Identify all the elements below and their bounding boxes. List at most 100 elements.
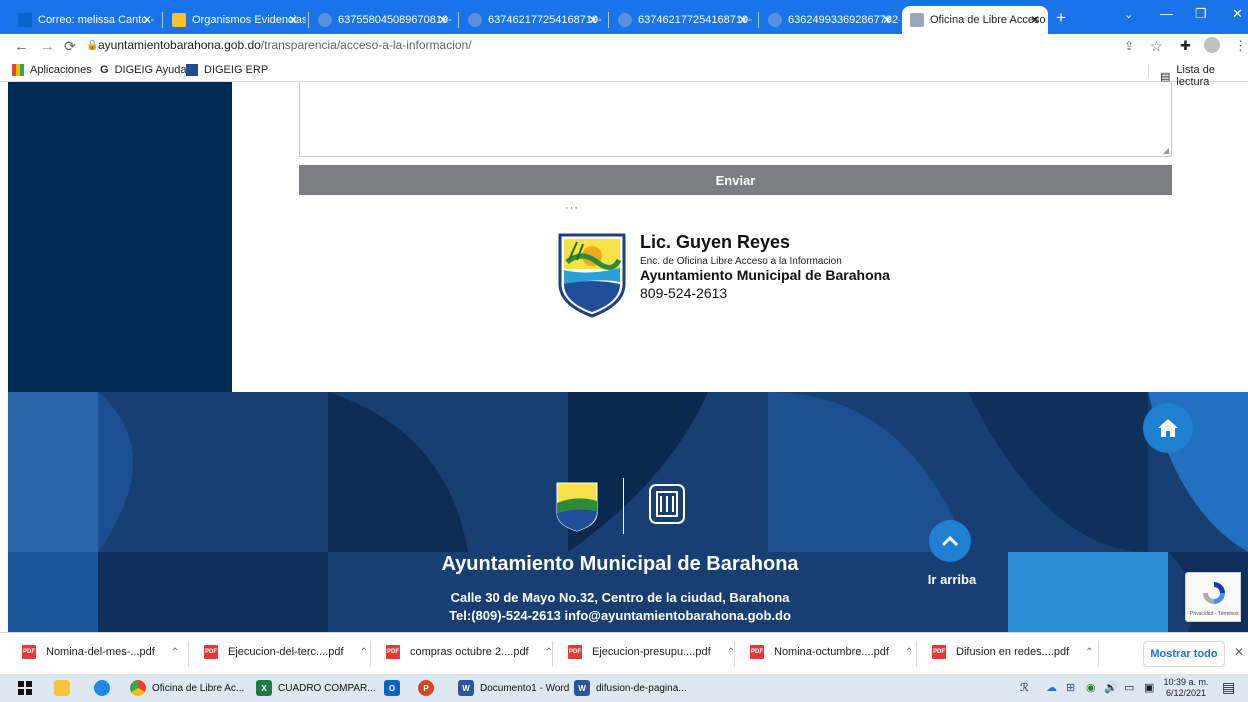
chrome-icon [130,680,146,696]
keyboard-icon[interactable]: ▭ [1124,681,1134,694]
profile-avatar-icon[interactable] [1204,37,1220,53]
taskbar-powerpoint-window[interactable]: P [418,679,440,697]
chevron-up-icon[interactable]: ⌃ [171,647,179,658]
download-item[interactable]: PDF compras octubre 2....pdf ⌃ [386,645,553,659]
bookmark-label: Aplicaciones [30,64,92,76]
taskbar-app-label: Oficina de Libre Ac... [152,682,245,694]
windows-logo-icon [18,681,32,695]
word-icon: W [574,680,590,696]
chevron-up-icon[interactable]: ⌃ [905,647,913,658]
security-shield-icon[interactable]: ◉ [1086,681,1096,694]
bookmark-digeig-ayuda[interactable]: G DIGEIG Ayuda [100,64,187,76]
tab-file-3[interactable]: 637462177254168719- ✕ [610,6,756,34]
scroll-top-label[interactable]: Ir arriba [922,572,982,587]
signature-block: Lic. Guyen Reyes Enc. de Oficina Libre A… [557,232,917,322]
page-content: ◢ Enviar ··· Lic. Guyen Reyes Enc. de Of… [0,82,1248,632]
edge-button[interactable] [94,679,116,697]
file-explorer-button[interactable] [54,679,76,697]
sidebar-panel [8,82,232,392]
resize-handle-icon[interactable]: ◢ [1163,146,1169,155]
chevron-up-icon [941,535,959,547]
chevron-up-icon[interactable]: ⌃ [1085,647,1093,658]
show-all-downloads-button[interactable]: Mostrar todo [1143,641,1225,667]
globe-icon [318,13,332,27]
bookmark-digeig-erp[interactable]: DIGEIG ERP [186,64,268,76]
address-bar[interactable]: ayuntamientobarahona.gob.do/transparenci… [98,38,472,52]
lock-icon: 🔒 [86,40,99,51]
submit-button[interactable]: Enviar [299,165,1172,195]
download-item[interactable]: PDF Difusion en redes....pdf ⌃ [932,645,1094,659]
bookmark-star-icon[interactable]: ☆ [1150,38,1163,55]
reload-icon[interactable]: ⟳ [64,38,76,55]
recaptcha-icon [1203,582,1225,604]
home-button[interactable] [1143,403,1193,453]
system-clock[interactable]: 10:39 a. m. 6/12/2021 [1162,677,1210,699]
close-download-bar-icon[interactable]: ✕ [1234,645,1244,659]
restore-button[interactable]: ❐ [1195,6,1207,22]
browser-toolbar: ← → ⟳ 🔒 ayuntamientobarahona.gob.do/tran… [0,34,1248,60]
tab-search-icon[interactable]: ⌄ [1124,8,1133,21]
word-icon: W [458,680,474,696]
taskbar-app-label: difusion-de-pagina... [596,682,687,694]
scroll-top-button[interactable] [929,520,971,562]
outlook-icon: O [384,680,400,696]
signature-name: Lic. Guyen Reyes [640,232,791,252]
extensions-puzzle-icon[interactable]: ✚ [1180,38,1191,54]
menu-dots-icon[interactable]: ⋮ [1234,38,1247,54]
download-item[interactable]: PDF Nomina-octumbre....pdf ⌃ [750,645,913,659]
footer-crest-icon [555,481,599,533]
pdf-icon: PDF [932,645,946,659]
signature-org: Ayuntamiento Municipal de Barahona [640,267,890,283]
pdf-icon: PDF [750,645,764,659]
tab-organismos[interactable]: Organismos Evidencias ✕ [164,6,306,34]
taskbar-outlook-window[interactable]: O [384,679,406,697]
folder-icon [54,680,70,696]
powerpoint-icon: P [418,680,434,696]
people-icon[interactable]: ℛ [1020,681,1029,694]
globe-icon [618,13,632,27]
barahona-crest-icon [558,233,626,318]
onedrive-icon[interactable]: ☁ [1046,681,1057,694]
back-arrow-icon[interactable]: ← [14,38,29,55]
download-item[interactable]: PDF Ejecucion-presupu....pdf ⌃ [568,645,735,659]
taskbar-chrome-window[interactable]: Oficina de Libre Ac... [130,679,244,697]
chevron-up-icon[interactable]: ⌃ [360,647,368,658]
taskbar-app-label: CUADRO COMPAR... [278,682,376,694]
tab-oficina-active[interactable]: Oficina de Libre Acceso ✕ [902,6,1048,34]
download-filename: Nomina-octumbre....pdf [774,646,889,658]
taskbar-word-window-2[interactable]: Wdifusion-de-pagina... [574,679,687,697]
download-item[interactable]: PDF Nomina-del-mes-...pdf ⌃ [22,645,179,659]
close-icon[interactable]: ✕ [588,13,598,27]
forward-arrow-icon[interactable]: → [40,38,55,55]
language-icon[interactable]: ▣ [1144,681,1154,694]
tab-file-1[interactable]: 637558045089670819- ✕ [310,6,456,34]
tab-file-4[interactable]: 636249933692867792- ✕ [760,6,900,34]
network-tray-icon[interactable]: ⊞ [1066,681,1075,694]
recaptcha-badge[interactable]: Privacidad - Términos [1185,572,1241,622]
download-filename: Difusion en redes....pdf [956,646,1070,658]
globe-icon [468,13,482,27]
start-button[interactable] [18,679,32,697]
close-icon[interactable]: ✕ [882,13,892,27]
tab-correo[interactable]: Correo: melissa Canto - ✕ [10,6,160,34]
volume-icon[interactable]: 🔊 [1104,681,1118,694]
close-icon[interactable]: ✕ [142,13,152,27]
close-icon[interactable]: ✕ [288,13,298,27]
close-window-button[interactable]: ✕ [1232,6,1243,22]
close-icon[interactable]: ✕ [738,13,748,27]
share-icon[interactable]: ⇪ [1124,39,1134,53]
close-icon[interactable]: ✕ [438,13,448,27]
notification-center-icon[interactable]: ▤ [1222,679,1235,696]
new-tab-button[interactable]: + [1056,8,1066,28]
edge-icon [94,680,110,696]
tab-file-2[interactable]: 637462177254168719- ✕ [460,6,606,34]
message-textarea[interactable]: ◢ [299,82,1172,157]
bookmark-apps[interactable]: Aplicaciones [12,64,92,76]
close-icon[interactable]: ✕ [1030,13,1040,27]
download-item[interactable]: PDF Ejecucion-del-terc....pdf ⌃ [204,645,368,659]
taskbar-excel-window[interactable]: X CUADRO COMPAR... [256,679,376,697]
download-filename: Nomina-del-mes-...pdf [46,646,155,658]
recaptcha-text: Privacidad - Términos [1190,611,1239,617]
taskbar-word-window-1[interactable]: W Documento1 - Word [458,679,569,697]
minimize-button[interactable]: — [1160,6,1173,21]
